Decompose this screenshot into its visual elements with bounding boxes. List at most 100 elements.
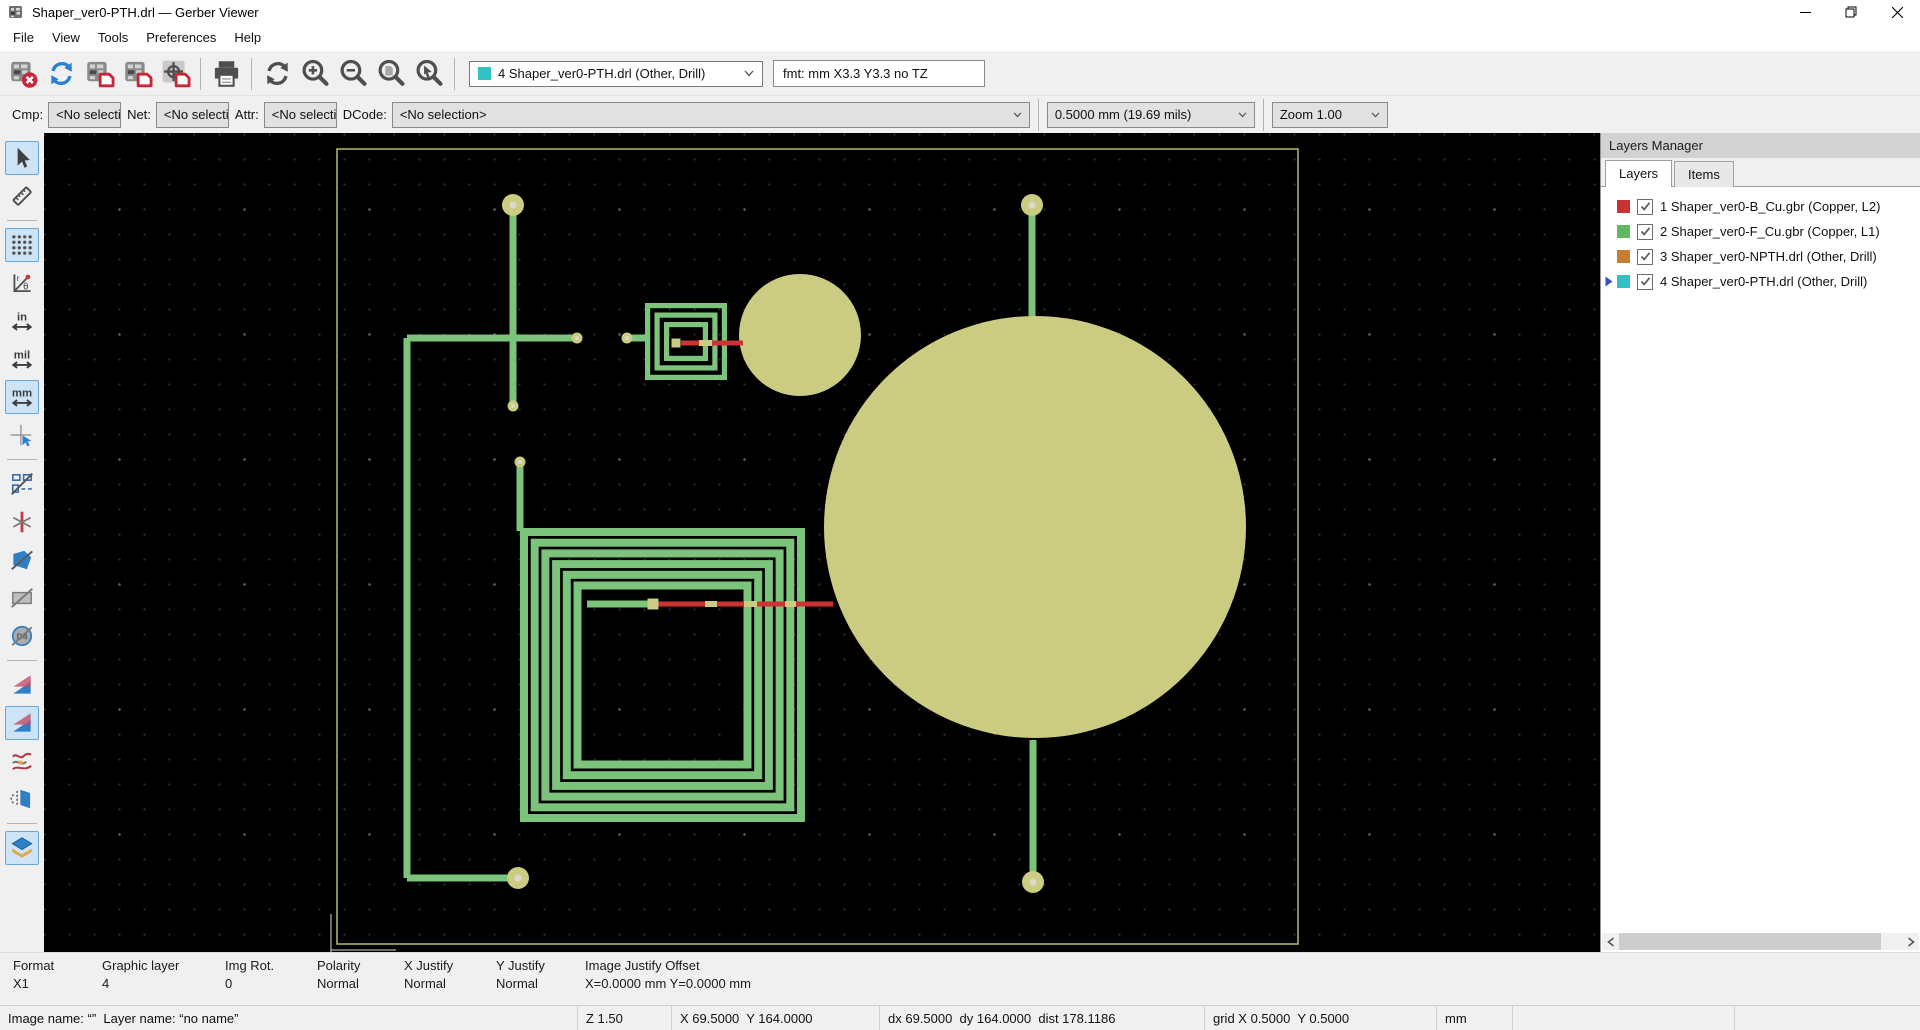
info-field-label: Polarity bbox=[317, 958, 360, 973]
layer-row[interactable]: 3 Shaper_ver0-NPTH.drl (Other, Drill) bbox=[1601, 244, 1920, 269]
sketch-polygons-button[interactable] bbox=[5, 543, 39, 577]
svg-text:θ: θ bbox=[23, 282, 28, 292]
menu-item-file[interactable]: File bbox=[4, 25, 43, 50]
print-button[interactable] bbox=[207, 55, 245, 93]
grid-size-value: 0.5000 mm (19.69 mils) bbox=[1055, 107, 1192, 122]
open-drill-file-button[interactable] bbox=[156, 55, 194, 93]
menu-item-preferences[interactable]: Preferences bbox=[137, 25, 225, 50]
select-tool-button[interactable] bbox=[5, 141, 39, 175]
info-field: Image Justify OffsetX=0.0000 mm Y=0.0000… bbox=[585, 958, 751, 991]
attr-select[interactable]: <No selection> bbox=[264, 102, 337, 128]
flip-view-button[interactable] bbox=[5, 782, 39, 816]
layer-name: 3 Shaper_ver0-NPTH.drl (Other, Drill) bbox=[1660, 249, 1877, 264]
toolbar-separator bbox=[7, 660, 37, 661]
open-excellon-file-button[interactable] bbox=[118, 55, 156, 93]
gerber-canvas[interactable] bbox=[44, 133, 1600, 952]
zoom-fit-button[interactable] bbox=[372, 55, 410, 93]
tab-layers[interactable]: Layers bbox=[1605, 160, 1672, 187]
clear-all-layers-button[interactable] bbox=[4, 55, 42, 93]
layers-horizontal-scrollbar[interactable] bbox=[1602, 933, 1919, 950]
sketch-flashed-items-button[interactable] bbox=[5, 467, 39, 501]
current-layer-arrow-icon bbox=[1601, 276, 1617, 287]
layers-manager-toggle-icon bbox=[9, 835, 35, 861]
layer-row[interactable]: 4 Shaper_ver0-PTH.drl (Other, Drill) bbox=[1601, 269, 1920, 294]
info-field-label: Format bbox=[13, 958, 54, 973]
display-normal-mode-icon bbox=[9, 672, 35, 698]
flip-view-icon bbox=[9, 786, 35, 812]
dcode-select-value: <No selection> bbox=[400, 107, 487, 122]
scroll-right-icon[interactable] bbox=[1902, 933, 1919, 950]
units-mm-button[interactable]: mm bbox=[5, 380, 39, 414]
display-normal-mode-button[interactable] bbox=[5, 668, 39, 702]
toolbar-separator bbox=[251, 58, 252, 90]
layer-row[interactable]: 2 Shaper_ver0-F_Cu.gbr (Copper, L1) bbox=[1601, 219, 1920, 244]
display-diff-mode-button[interactable] bbox=[5, 744, 39, 778]
toolbar-separator bbox=[7, 823, 37, 824]
zoom-out-icon bbox=[338, 58, 369, 89]
zoom-select-value: Zoom 1.00 bbox=[1280, 107, 1342, 122]
layer-color-swatch[interactable] bbox=[1617, 200, 1630, 213]
net-select[interactable]: <No selection> bbox=[156, 102, 229, 128]
main-toolbar: 4 Shaper_ver0-PTH.drl (Other, Drill) fmt… bbox=[0, 52, 1920, 95]
layer-visibility-checkbox[interactable] bbox=[1637, 199, 1653, 215]
layer-color-swatch[interactable] bbox=[1617, 275, 1630, 288]
tab-items[interactable]: Items bbox=[1674, 161, 1734, 187]
grid-toggle-button[interactable] bbox=[5, 228, 39, 262]
layers-manager-toggle-button[interactable] bbox=[5, 831, 39, 865]
menu-item-help[interactable]: Help bbox=[225, 25, 270, 50]
title-bar: Shaper_ver0-PTH.drl — Gerber Viewer bbox=[0, 0, 1920, 24]
reload-all-layers-button[interactable] bbox=[42, 55, 80, 93]
status-empty-cell bbox=[1513, 1006, 1735, 1030]
attr-select-value: <No selection> bbox=[272, 107, 337, 122]
chevron-down-icon bbox=[1005, 112, 1022, 118]
show-dcodes-button[interactable]: D4 bbox=[5, 619, 39, 653]
restore-button[interactable] bbox=[1828, 0, 1874, 24]
filter-toolbar: Cmp: <No selection> Net: <No selection> … bbox=[0, 95, 1920, 133]
cursor-shape-button[interactable] bbox=[5, 418, 39, 452]
square-pad bbox=[672, 339, 681, 348]
polar-coords-button[interactable]: rθ bbox=[5, 266, 39, 300]
sketch-lines-button[interactable] bbox=[5, 505, 39, 539]
open-excellon-file-icon bbox=[122, 58, 153, 89]
polar-coords-icon: rθ bbox=[9, 270, 35, 296]
layer-color-swatch[interactable] bbox=[1617, 225, 1630, 238]
units-inches-button[interactable]: in bbox=[5, 304, 39, 338]
close-button[interactable] bbox=[1874, 0, 1920, 24]
status-relative-position: dx 69.5000 dy 164.0000 dist 178.1186 bbox=[880, 1006, 1205, 1030]
layer-visibility-checkbox[interactable] bbox=[1637, 274, 1653, 290]
reload-all-layers-icon bbox=[46, 58, 77, 89]
active-layer-select[interactable]: 4 Shaper_ver0-PTH.drl (Other, Drill) bbox=[469, 61, 763, 87]
zoom-select[interactable]: Zoom 1.00 bbox=[1272, 102, 1388, 128]
menu-item-tools[interactable]: Tools bbox=[89, 25, 137, 50]
zoom-selection-icon bbox=[414, 58, 445, 89]
scroll-left-icon[interactable] bbox=[1602, 933, 1619, 950]
info-field-label: X Justify bbox=[404, 958, 453, 973]
show-negative-objects-button[interactable] bbox=[5, 581, 39, 615]
scrollbar-thumb[interactable] bbox=[1619, 933, 1881, 950]
info-field-value: Normal bbox=[496, 976, 545, 991]
cmp-select[interactable]: <No selection> bbox=[48, 102, 121, 128]
menu-item-view[interactable]: View bbox=[43, 25, 89, 50]
print-icon bbox=[211, 58, 242, 89]
layer-visibility-checkbox[interactable] bbox=[1637, 224, 1653, 240]
gerber-viewer-window: Shaper_ver0-PTH.drl — Gerber Viewer File… bbox=[0, 0, 1920, 1030]
chevron-down-icon bbox=[1363, 112, 1380, 118]
zoom-out-button[interactable] bbox=[334, 55, 372, 93]
layer-row[interactable]: 1 Shaper_ver0-B_Cu.gbr (Copper, L2) bbox=[1601, 194, 1920, 219]
info-field: Img Rot.0 bbox=[225, 958, 274, 991]
measure-tool-button[interactable] bbox=[5, 179, 39, 213]
layer-name: 2 Shaper_ver0-F_Cu.gbr (Copper, L1) bbox=[1660, 224, 1880, 239]
layer-color-swatch[interactable] bbox=[1617, 250, 1630, 263]
zoom-selection-button[interactable] bbox=[410, 55, 448, 93]
layer-visibility-checkbox[interactable] bbox=[1637, 249, 1653, 265]
minimize-button[interactable] bbox=[1782, 0, 1828, 24]
units-mils-button[interactable]: mil bbox=[5, 342, 39, 376]
redraw-view-button[interactable] bbox=[258, 55, 296, 93]
display-stacked-mode-button[interactable] bbox=[5, 706, 39, 740]
open-gerber-file-button[interactable] bbox=[80, 55, 118, 93]
dcode-select[interactable]: <No selection> bbox=[392, 102, 1030, 128]
grid-toggle-icon bbox=[9, 232, 35, 258]
zoom-in-button[interactable] bbox=[296, 55, 334, 93]
grid-size-select[interactable]: 0.5000 mm (19.69 mils) bbox=[1047, 102, 1255, 128]
drill-hole bbox=[625, 336, 629, 340]
